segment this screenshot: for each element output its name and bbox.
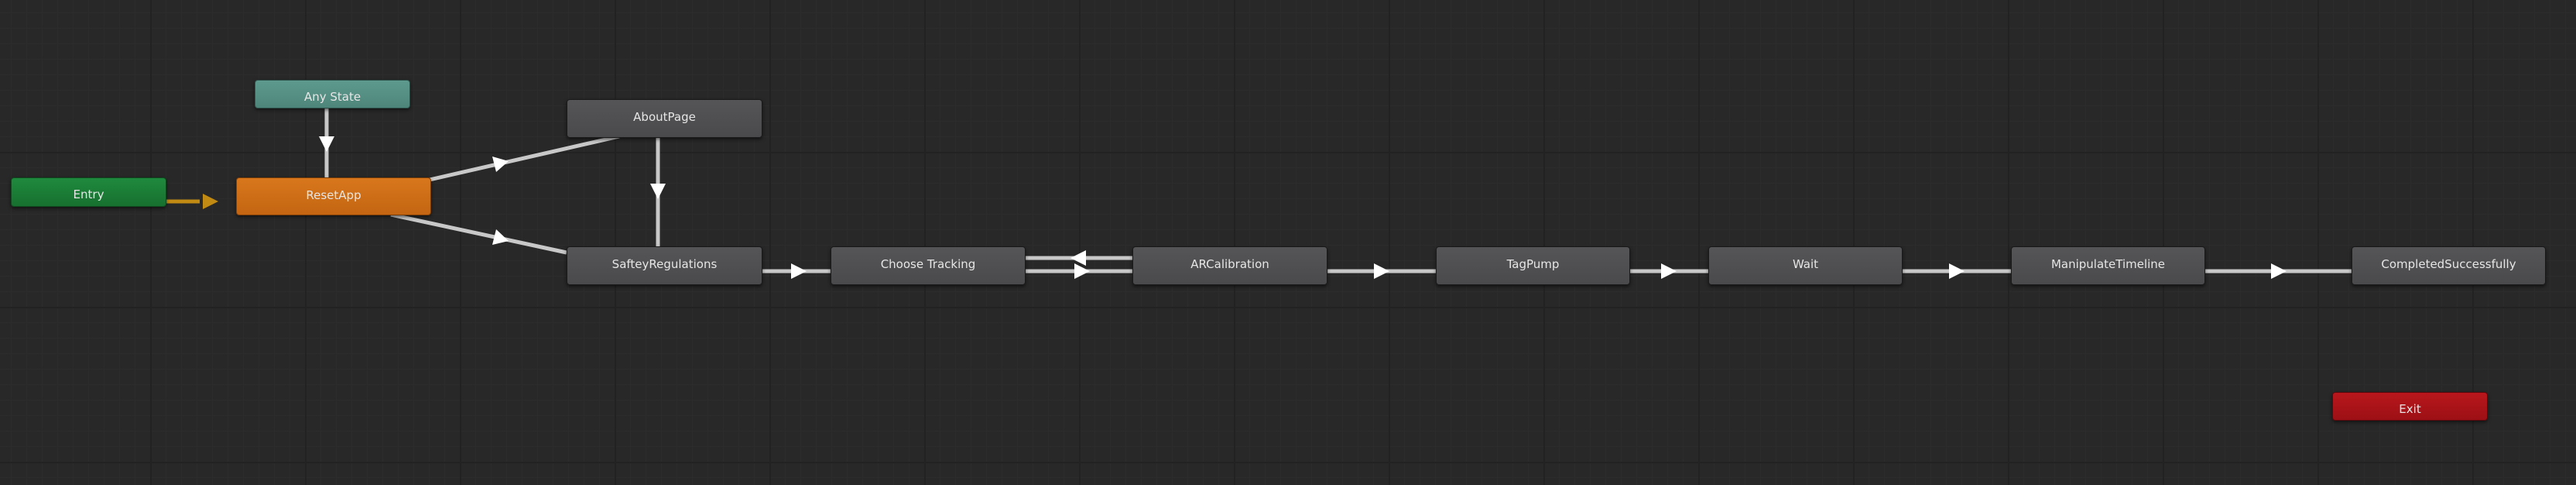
arrow-choose-ar: [1074, 263, 1090, 279]
state-any-state[interactable]: Any State: [255, 80, 410, 108]
arrow-aboutpage-saftey: [650, 184, 666, 199]
transition-line-resetapp-aboutpage[interactable]: [429, 134, 620, 182]
arrow-ar-tagpump: [1374, 263, 1389, 279]
arrow-wait-manipulate: [1949, 263, 1965, 279]
default-transition-arrow: [203, 194, 218, 209]
state-ar-calibration[interactable]: ARCalibration: [1132, 246, 1327, 285]
arrow-anystate-resetapp: [319, 136, 334, 152]
state-manipulate-timeline[interactable]: ManipulateTimeline: [2011, 246, 2205, 285]
transitions-layer: [166, 108, 2352, 279]
arrow-manipulate-completed: [2271, 263, 2287, 279]
state-tag-pump[interactable]: TagPump: [1436, 246, 1630, 285]
state-entry[interactable]: Entry: [11, 177, 166, 207]
state-about-page[interactable]: AboutPage: [567, 99, 762, 138]
state-exit[interactable]: Exit: [2332, 392, 2488, 421]
transition-line-resetapp-saftey[interactable]: [390, 212, 567, 255]
state-choose-tracking[interactable]: Choose Tracking: [831, 246, 1026, 285]
arrow-resetapp-aboutpage: [492, 157, 509, 172]
graph-canvas[interactable]: Any State Entry ResetApp AboutPage Safte…: [0, 0, 2576, 485]
arrow-saftey-choose: [791, 263, 807, 279]
arrow-ar-choose: [1070, 250, 1086, 266]
state-wait[interactable]: Wait: [1708, 246, 1903, 285]
state-saftey-regulations[interactable]: SafteyRegulations: [567, 246, 762, 285]
state-completed-successfully[interactable]: CompletedSuccessfully: [2352, 246, 2546, 285]
arrow-resetapp-saftey: [492, 229, 509, 245]
state-reset-app[interactable]: ResetApp: [236, 177, 431, 215]
arrow-tagpump-wait: [1661, 263, 1677, 279]
